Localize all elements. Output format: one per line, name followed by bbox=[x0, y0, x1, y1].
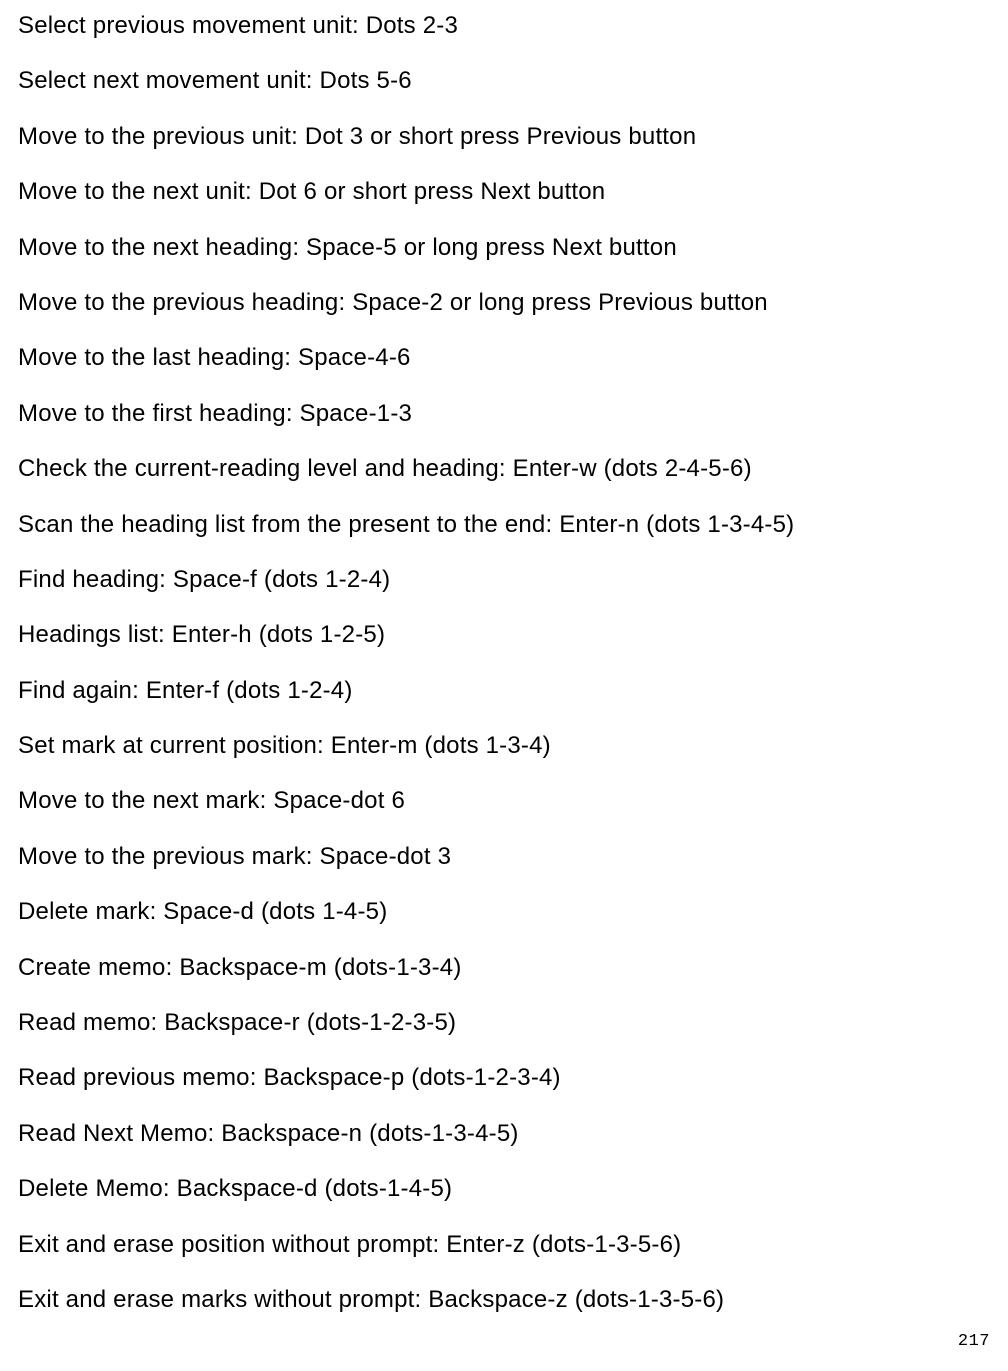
text-line: Find again: Enter-f (dots 1-2-4) bbox=[18, 675, 1008, 707]
text-line: Move to the next unit: Dot 6 or short pr… bbox=[18, 176, 1008, 208]
text-line: Find heading: Space-f (dots 1-2-4) bbox=[18, 564, 1008, 596]
text-line: Move to the previous heading: Space-2 or… bbox=[18, 287, 1008, 319]
text-line: Move to the previous mark: Space-dot 3 bbox=[18, 841, 1008, 873]
text-line: Read Next Memo: Backspace-n (dots-1-3-4-… bbox=[18, 1118, 1008, 1150]
text-line: Delete Memo: Backspace-d (dots-1-4-5) bbox=[18, 1173, 1008, 1205]
text-line: Move to the first heading: Space-1-3 bbox=[18, 398, 1008, 430]
text-line: Read memo: Backspace-r (dots-1-2-3-5) bbox=[18, 1007, 1008, 1039]
text-line: Select next movement unit: Dots 5-6 bbox=[18, 65, 1008, 97]
text-line: Scan the heading list from the present t… bbox=[18, 509, 1008, 541]
document-content: Select previous movement unit: Dots 2-3 … bbox=[18, 10, 1008, 1316]
text-line: Exit and erase marks without prompt: Bac… bbox=[18, 1284, 1008, 1316]
text-line: Move to the previous unit: Dot 3 or shor… bbox=[18, 121, 1008, 153]
text-line: Exit and erase position without prompt: … bbox=[18, 1229, 1008, 1261]
text-line: Select previous movement unit: Dots 2-3 bbox=[18, 10, 1008, 42]
page-number: 217 bbox=[958, 1332, 990, 1351]
text-line: Read previous memo: Backspace-p (dots-1-… bbox=[18, 1062, 1008, 1094]
text-line: Move to the next heading: Space-5 or lon… bbox=[18, 232, 1008, 264]
text-line: Move to the last heading: Space-4-6 bbox=[18, 342, 1008, 374]
text-line: Delete mark: Space-d (dots 1-4-5) bbox=[18, 896, 1008, 928]
text-line: Create memo: Backspace-m (dots-1-3-4) bbox=[18, 952, 1008, 984]
text-line: Headings list: Enter-h (dots 1-2-5) bbox=[18, 619, 1008, 651]
text-line: Set mark at current position: Enter-m (d… bbox=[18, 730, 1008, 762]
text-line: Check the current-reading level and head… bbox=[18, 453, 1008, 485]
text-line: Move to the next mark: Space-dot 6 bbox=[18, 785, 1008, 817]
